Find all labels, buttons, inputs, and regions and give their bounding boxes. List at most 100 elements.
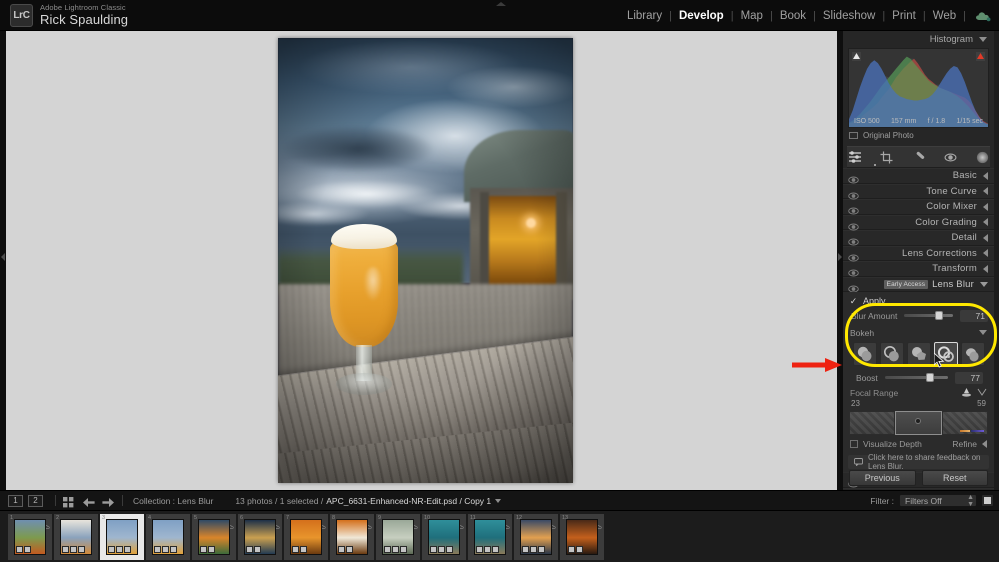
bokeh-bubble-icon[interactable] <box>879 342 904 366</box>
right-panel-scrollbar[interactable] <box>994 31 999 490</box>
panel-visibility-eye-icon[interactable] <box>848 171 859 184</box>
grid-view-icon[interactable] <box>63 495 74 508</box>
adjustment-brush-masking-icon[interactable] <box>847 150 862 165</box>
thumbnail-badge[interactable] <box>522 545 529 553</box>
thumbnail-badge[interactable] <box>484 545 491 553</box>
filmstrip-thumbnail[interactable]: 12 <box>514 513 558 560</box>
bokeh-circle-icon[interactable] <box>852 342 877 366</box>
panel-visibility-eye-icon[interactable] <box>848 187 859 200</box>
filmstrip-thumbnail[interactable]: 3 <box>100 513 144 560</box>
thumbnail-badge[interactable] <box>338 545 345 553</box>
bokeh-header[interactable]: Bokeh <box>848 326 989 339</box>
thumbnail-badge[interactable] <box>438 545 445 553</box>
thumbnail-badge[interactable] <box>346 545 353 553</box>
thumbnail-badge[interactable] <box>154 545 161 553</box>
focal-range-min[interactable]: 23 <box>851 399 860 410</box>
radial-gradient-icon[interactable] <box>975 150 990 165</box>
develop-photo-preview[interactable] <box>278 38 573 483</box>
filmstrip-thumbnail[interactable]: 8 <box>330 513 374 560</box>
thumbnail-badge[interactable] <box>16 545 23 553</box>
histogram-graph[interactable]: ISO 500 157 mm f / 1.8 1/15 sec <box>848 48 989 128</box>
focal-range-max[interactable]: 59 <box>977 399 986 410</box>
thumbnail-badge[interactable] <box>170 545 177 553</box>
filmstrip-thumbnail[interactable]: 7 <box>284 513 328 560</box>
blur-amount-value[interactable]: 71 <box>960 309 988 322</box>
visualize-depth-checkbox-icon[interactable] <box>850 440 858 448</box>
focal-range-far-segment[interactable] <box>941 411 988 435</box>
thumbnail-badge[interactable] <box>300 545 307 553</box>
thumbnail-badge[interactable] <box>392 545 399 553</box>
thumbnail-badge[interactable] <box>430 545 437 553</box>
thumbnail-badge[interactable] <box>24 545 31 553</box>
thumbnail-badge[interactable] <box>446 545 453 553</box>
panel-visibility-eye-icon[interactable] <box>848 264 859 277</box>
thumbnail-badge[interactable] <box>62 545 69 553</box>
previous-photo-arrow-icon[interactable] <box>83 495 95 507</box>
filmstrip-thumbnail[interactable]: 10 <box>422 513 466 560</box>
thumbnail-badge[interactable] <box>568 545 575 553</box>
bokeh-cat-eye-icon[interactable] <box>960 342 985 366</box>
original-photo-toggle[interactable]: Original Photo <box>843 128 994 143</box>
panel-visibility-eye-icon[interactable] <box>848 202 859 215</box>
panel-row-lens-blur[interactable]: Early Access Lens Blur <box>843 276 994 293</box>
thumbnail-badge[interactable] <box>246 545 253 553</box>
filmstrip-thumbnail[interactable]: 13 <box>560 513 604 560</box>
bokeh-ring-icon[interactable] <box>933 342 958 366</box>
panel-visibility-eye-icon[interactable] <box>848 218 859 231</box>
thumbnail-badge[interactable] <box>108 545 115 553</box>
chevron-down-icon[interactable] <box>980 281 988 287</box>
bokeh-5-blade-icon[interactable] <box>906 342 931 366</box>
crop-overlay-icon[interactable] <box>879 150 894 165</box>
thumbnail-badge[interactable] <box>162 545 169 553</box>
image-canvas[interactable] <box>6 31 842 490</box>
thumbnail-badge[interactable] <box>576 545 583 553</box>
visualize-depth-row[interactable]: Visualize Depth Refine <box>843 437 994 451</box>
module-print[interactable]: Print <box>885 10 923 22</box>
panel-visibility-eye-icon[interactable] <box>848 233 859 246</box>
focal-range-focus-segment[interactable] <box>895 411 942 435</box>
filmstrip-thumbnail[interactable]: 6 <box>238 513 282 560</box>
panel-visibility-eye-icon[interactable] <box>848 280 859 293</box>
filmstrip-thumbnail[interactable]: 9 <box>376 513 420 560</box>
chevron-down-icon[interactable] <box>979 37 987 42</box>
panel-row-color-grading[interactable]: Color Grading <box>843 214 994 231</box>
boost-track[interactable] <box>884 373 948 382</box>
identity-plate[interactable]: LrC Adobe Lightroom Classic Rick Spauldi… <box>10 4 128 27</box>
blur-amount-knob[interactable] <box>935 311 944 320</box>
lens-blur-feedback-link[interactable]: Click here to share feedback on Lens Blu… <box>848 453 989 471</box>
chevron-left-icon[interactable] <box>983 249 988 258</box>
chevron-left-icon[interactable] <box>982 440 987 448</box>
thumbnail-badge[interactable] <box>476 545 483 553</box>
chevron-left-icon[interactable] <box>983 202 988 211</box>
filmstrip-thumbnail[interactable]: 2 <box>54 513 98 560</box>
panel-row-lens-corrections[interactable]: Lens Corrections <box>843 245 994 262</box>
thumbnail-badge[interactable] <box>208 545 215 553</box>
filename-dropdown-caret-icon[interactable] <box>495 498 502 503</box>
panel-visibility-eye-icon[interactable] <box>848 249 859 262</box>
chevron-left-icon[interactable] <box>983 233 988 242</box>
panel-row-tone-curve[interactable]: Tone Curve <box>843 183 994 200</box>
panel-row-basic[interactable]: Basic <box>843 168 994 184</box>
chevron-left-icon[interactable] <box>983 218 988 227</box>
thumbnail-badge[interactable] <box>78 545 85 553</box>
thumbnail-badge[interactable] <box>384 545 391 553</box>
chevron-left-icon[interactable] <box>983 171 988 180</box>
module-library[interactable]: Library <box>620 10 669 22</box>
lens-blur-apply-row[interactable]: ✓ Apply <box>843 294 994 308</box>
chevron-left-icon[interactable] <box>983 264 988 273</box>
previous-button[interactable]: Previous <box>849 470 916 486</box>
boost-knob[interactable] <box>926 373 935 382</box>
filter-lock-icon[interactable] <box>982 495 993 506</box>
thumbnail-badge[interactable] <box>200 545 207 553</box>
apply-checkbox-icon[interactable]: ✓ <box>849 296 858 306</box>
thumbnail-badge[interactable] <box>70 545 77 553</box>
thumbnail-badge[interactable] <box>492 545 499 553</box>
histogram-header[interactable]: Histogram <box>843 31 994 48</box>
module-slideshow[interactable]: Slideshow <box>816 10 882 22</box>
filmstrip[interactable]: 1 2 3 4 5 6 7 8 9 10 11 12 13 <box>0 510 999 562</box>
focal-range-strip[interactable] <box>849 411 988 435</box>
spot-removal-icon[interactable] <box>911 150 926 165</box>
filmstrip-thumbnail[interactable]: 4 <box>146 513 190 560</box>
module-book[interactable]: Book <box>773 10 813 22</box>
thumbnail-badge[interactable] <box>530 545 537 553</box>
